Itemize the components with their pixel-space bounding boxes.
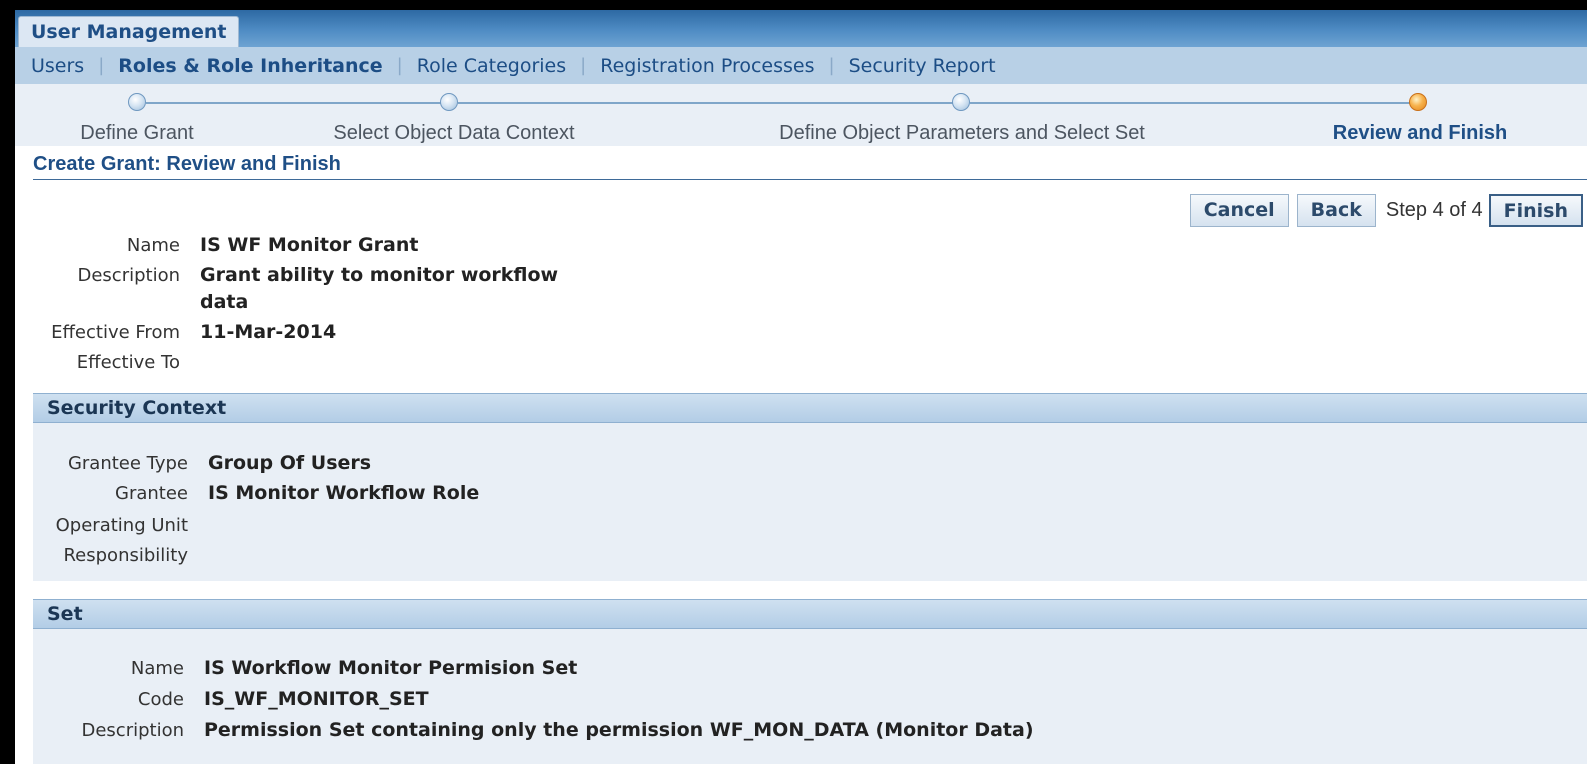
back-button[interactable]: Back: [1296, 194, 1376, 227]
effective-to-label: Effective To: [76, 352, 180, 373]
set-code-row: Code IS_WF_MONITOR_SET: [19, 686, 429, 713]
tab-user-management[interactable]: User Management: [18, 16, 240, 47]
subnav-separator: |: [828, 55, 835, 76]
subnav-separator: |: [396, 55, 403, 76]
grant-description-label: Description: [77, 265, 180, 286]
train-stop-select-context[interactable]: [440, 93, 458, 111]
application-window: User Management Users | Roles & Role Inh…: [15, 10, 1587, 764]
train-stop-review-finish: [1409, 93, 1427, 111]
train-stop-define-parameters[interactable]: [952, 93, 970, 111]
set-name-row: Name IS Workflow Monitor Permision Set: [19, 655, 577, 682]
responsibility-row: Responsibility: [23, 542, 208, 569]
grantee-type-row: Grantee Type Group Of Users: [23, 450, 371, 477]
subnav-separator: |: [580, 55, 587, 76]
subnav-security-report[interactable]: Security Report: [849, 55, 996, 77]
train-label-define-parameters[interactable]: Define Object Parameters and Select Set: [779, 122, 1145, 145]
train-connector: [458, 102, 961, 104]
grantee-value: IS Monitor Workflow Role: [208, 482, 480, 504]
operating-unit-label: Operating Unit: [55, 515, 188, 536]
effective-from-row: Effective From 11-Mar-2014: [15, 319, 336, 346]
effective-to-row: Effective To: [15, 349, 200, 376]
grant-name-value: IS WF Monitor Grant: [200, 234, 419, 256]
tab-bar: User Management: [15, 10, 1587, 47]
set-description-value: Permission Set containing only the permi…: [204, 719, 1034, 741]
button-bar: Cancel Back Step 4 of 4 Finish: [1189, 194, 1583, 227]
set-name-value: IS Workflow Monitor Permision Set: [204, 657, 578, 679]
train-stop-define-grant[interactable]: [128, 93, 146, 111]
subnav-roles-inheritance[interactable]: Roles & Role Inheritance: [118, 55, 382, 77]
grant-name-label: Name: [126, 235, 180, 256]
wizard-train: Define Grant Select Object Data Context …: [15, 84, 1587, 146]
step-indicator: Step 4 of 4: [1385, 199, 1483, 221]
set-header: Set: [33, 599, 1587, 629]
grantee-row: Grantee IS Monitor Workflow Role: [23, 480, 479, 507]
set-code-label: Code: [137, 689, 184, 710]
train-label-review-finish: Review and Finish: [1332, 122, 1508, 144]
train-connector: [970, 102, 1418, 104]
responsibility-label: Responsibility: [63, 545, 188, 566]
grantee-label: Grantee: [115, 483, 188, 504]
grant-description-value: Grant ability to monitor workflow data: [200, 264, 559, 313]
grantee-type-label: Grantee Type: [67, 453, 188, 474]
finish-button[interactable]: Finish: [1488, 194, 1583, 227]
subnav-registration-processes[interactable]: Registration Processes: [600, 55, 814, 77]
train-label-select-context[interactable]: Select Object Data Context: [333, 122, 574, 145]
cancel-button[interactable]: Cancel: [1189, 194, 1289, 227]
effective-from-value: 11-Mar-2014: [200, 321, 337, 343]
set-code-value: IS_WF_MONITOR_SET: [204, 688, 429, 710]
grant-name-row: Name IS WF Monitor Grant: [15, 232, 419, 259]
sub-navigation: Users | Roles & Role Inheritance | Role …: [15, 47, 1587, 84]
security-context-header: Security Context: [33, 393, 1587, 423]
set-name-label: Name: [130, 658, 184, 679]
set-description-row: Description Permission Set containing on…: [19, 717, 1034, 744]
subnav-separator: |: [98, 55, 105, 76]
subnav-role-categories[interactable]: Role Categories: [417, 55, 566, 77]
grantee-type-value: Group Of Users: [208, 452, 372, 474]
grant-description-row: Description Grant ability to monitor wor…: [15, 262, 580, 316]
train-connector: [146, 102, 449, 104]
subnav-users[interactable]: Users: [31, 55, 84, 77]
effective-from-label: Effective From: [51, 322, 180, 343]
set-description-label: Description: [81, 720, 184, 741]
title-divider: [33, 179, 1587, 180]
train-label-define-grant[interactable]: Define Grant: [80, 122, 193, 145]
operating-unit-row: Operating Unit: [23, 512, 208, 539]
page-title: Create Grant: Review and Finish: [33, 153, 341, 175]
